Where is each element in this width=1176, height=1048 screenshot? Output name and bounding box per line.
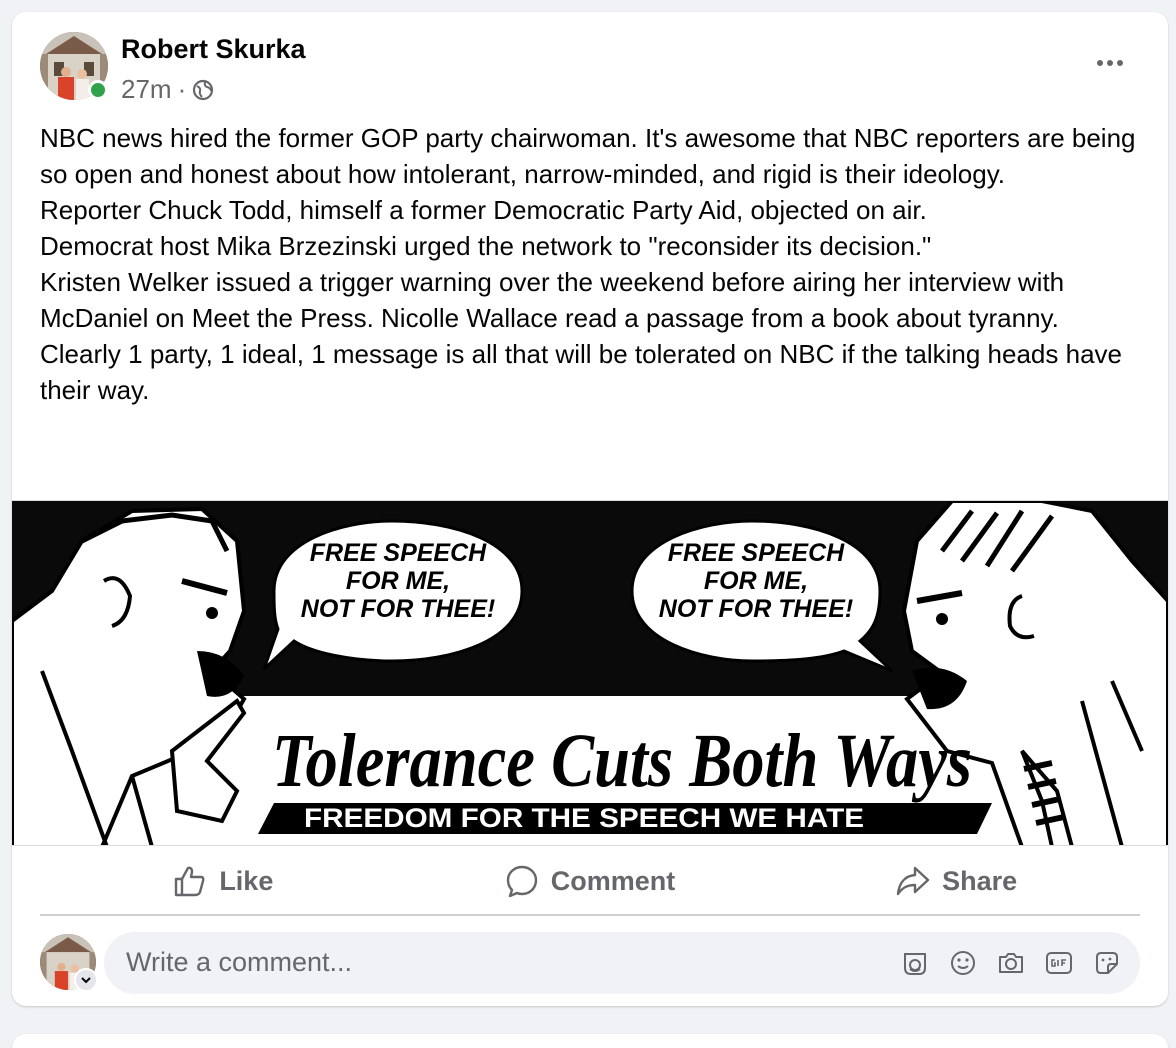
comment-input[interactable]: Write a comment... [104, 932, 1140, 994]
post-paragraph: Clearly 1 party, 1 ideal, 1 message is a… [40, 339, 1130, 405]
chevron-down-icon[interactable] [74, 968, 98, 992]
share-label: Share [942, 865, 1018, 896]
post-card: Robert Skurka 27m · NBC news hired the f… [12, 12, 1168, 1006]
bubble-right-line: FREE SPEECH [668, 539, 845, 567]
avatar-sticker-icon[interactable] [900, 948, 930, 978]
cartoon-illustration: FREE SPEECH FOR ME, NOT FOR THEE! FREE S… [12, 501, 1168, 845]
thumbs-up-icon [173, 864, 207, 898]
like-label: Like [219, 865, 274, 896]
bubble-right-line: NOT FOR THEE! [659, 595, 853, 623]
comment-tools [900, 948, 1122, 978]
comment-button[interactable]: Comment [407, 848, 774, 914]
comment-label: Comment [550, 865, 676, 896]
post-paragraph: Reporter Chuck Todd, himself a former De… [40, 195, 927, 225]
comment-bubble-icon [505, 864, 539, 898]
share-arrow-icon [896, 864, 930, 898]
post-time[interactable]: 27m [121, 74, 172, 105]
emoji-icon[interactable] [948, 948, 978, 978]
post-meta: 27m · [121, 74, 214, 105]
share-button[interactable]: Share [773, 848, 1140, 914]
post-image[interactable]: FREE SPEECH FOR ME, NOT FOR THEE! FREE S… [12, 500, 1168, 846]
bubble-left-line: FREE SPEECH [310, 539, 487, 567]
camera-icon[interactable] [996, 948, 1026, 978]
bubble-left-line: FOR ME, [346, 567, 450, 595]
image-headline: Tolerance Cuts Both Ways [272, 719, 972, 803]
post-actions-bar: Like Comment Share [40, 848, 1140, 916]
comment-composer: Write a comment... [40, 932, 1140, 996]
author-name[interactable]: Robert Skurka [121, 34, 306, 65]
online-status-dot [88, 80, 108, 100]
post-paragraph: Kristen Welker issued a trigger warning … [40, 267, 1072, 333]
comment-placeholder: Write a comment... [126, 947, 353, 977]
more-options-button[interactable] [1092, 48, 1128, 78]
image-subheadline: FREEDOM FOR THE SPEECH WE HATE [304, 803, 864, 833]
bubble-left-line: NOT FOR THEE! [301, 595, 495, 623]
next-post-card [12, 1034, 1168, 1048]
meta-separator: · [177, 74, 187, 104]
gif-icon[interactable] [1044, 948, 1074, 978]
globe-icon [192, 79, 214, 101]
post-paragraph: Democrat host Mika Brzezinski urged the … [40, 231, 932, 261]
bubble-right-line: FOR ME, [704, 567, 808, 595]
like-button[interactable]: Like [40, 848, 407, 914]
sticker-icon[interactable] [1092, 948, 1122, 978]
post-body: NBC news hired the former GOP party chai… [40, 120, 1145, 408]
post-paragraph: NBC news hired the former GOP party chai… [40, 123, 1143, 189]
